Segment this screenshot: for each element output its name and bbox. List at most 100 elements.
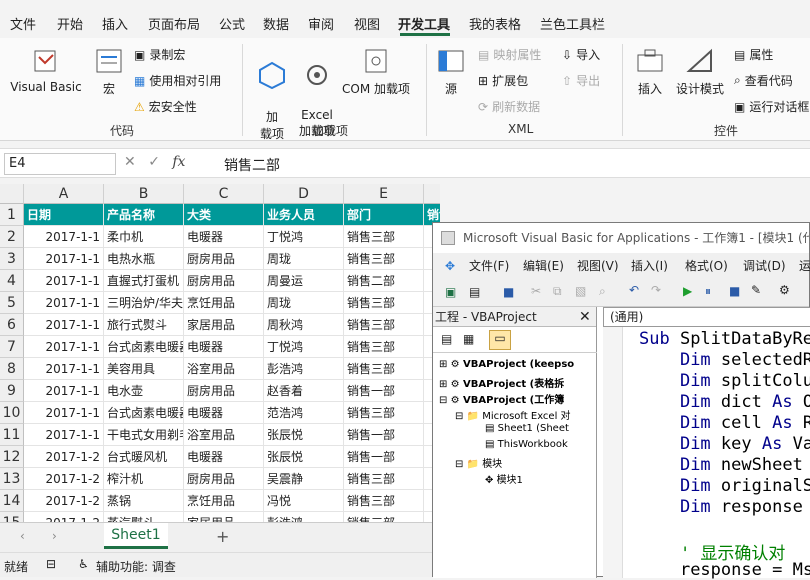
cell-date[interactable]: 2017-1-1 xyxy=(24,336,104,358)
name-box[interactable]: E4 xyxy=(4,153,116,175)
cell-salesperson[interactable]: 张辰悦 xyxy=(264,424,344,446)
cell-date[interactable]: 2017-1-1 xyxy=(24,270,104,292)
cell-category[interactable]: 电暖器 xyxy=(184,446,264,468)
record-macro-button[interactable]: ▣ 录制宏 xyxy=(134,46,185,63)
cell-category[interactable]: 烹饪用品 xyxy=(184,490,264,512)
cell-department[interactable]: 销售三部 xyxy=(344,248,424,270)
cell-department[interactable]: 销售三部 xyxy=(344,336,424,358)
cell-department[interactable]: 销售二部 xyxy=(344,270,424,292)
column-header-c[interactable]: C xyxy=(184,184,264,204)
tree-project-table[interactable]: ⊞ ⚙ VBAProject (表格拆 xyxy=(439,375,564,390)
tree-thisworkbook[interactable]: ▤ ThisWorkbook xyxy=(485,439,568,450)
header-cell-product[interactable]: 产品名称 xyxy=(104,204,184,226)
cancel-icon[interactable]: ✕ xyxy=(124,154,136,170)
cell-date[interactable]: 2017-1-1 xyxy=(24,248,104,270)
select-all-corner[interactable] xyxy=(0,184,24,204)
cell-date[interactable]: 2017-1-2 xyxy=(24,490,104,512)
code-line[interactable]: Dim selectedR xyxy=(639,350,810,370)
row-header[interactable]: 10 xyxy=(0,402,24,424)
cell-department[interactable]: 销售三部 xyxy=(344,402,424,424)
cell-department[interactable]: 销售三部 xyxy=(344,490,424,512)
add-sheet-icon[interactable]: + xyxy=(216,527,229,546)
vba-menu-file[interactable]: 文件(F) xyxy=(469,253,509,279)
row-header[interactable]: 14 xyxy=(0,490,24,512)
cell-product[interactable]: 干电式女用剃毛 xyxy=(104,424,184,446)
row-header[interactable]: 8 xyxy=(0,358,24,380)
tab-file[interactable]: 文件 xyxy=(10,14,36,33)
header-cell-salesperson[interactable]: 业务人员 xyxy=(264,204,344,226)
cell-salesperson[interactable]: 冯悦 xyxy=(264,490,344,512)
import-button[interactable]: ⇩ 导入 xyxy=(562,46,600,63)
cell-salesperson[interactable]: 赵香着 xyxy=(264,380,344,402)
cell-category[interactable]: 电暖器 xyxy=(184,336,264,358)
cell-product[interactable]: 电热水瓶 xyxy=(104,248,184,270)
code-line[interactable]: Dim cell As R xyxy=(639,413,810,433)
tree-excel-objects[interactable]: ⊟ 📁 Microsoft Excel 对 xyxy=(455,407,571,422)
cell-date[interactable]: 2017-1-1 xyxy=(24,424,104,446)
macro-security-button[interactable]: ⚠ 宏安全性 xyxy=(134,98,197,115)
tab-lanse-tools[interactable]: 兰色工具栏 xyxy=(540,14,605,33)
cell-product[interactable]: 直握式打蛋机 xyxy=(104,270,184,292)
cell-salesperson[interactable]: 周曼运 xyxy=(264,270,344,292)
code-line[interactable]: Dim response xyxy=(639,497,803,517)
view-code-icon[interactable]: ▤ xyxy=(441,332,452,346)
column-header-b[interactable]: B xyxy=(104,184,184,204)
cell-department[interactable]: 销售三部 xyxy=(344,512,424,522)
accessibility-icon[interactable]: ♿ xyxy=(78,557,89,571)
tree-modules[interactable]: ⊟ 📁 模块 xyxy=(455,455,502,470)
cell-product[interactable]: 美容用具 xyxy=(104,358,184,380)
sheet-tab-sheet1[interactable]: Sheet1 xyxy=(104,523,168,549)
cell-department[interactable]: 销售一部 xyxy=(344,446,424,468)
tree-sheet1[interactable]: ▤ Sheet1 (Sheet xyxy=(485,423,569,434)
cell-department[interactable]: 销售三部 xyxy=(344,314,424,336)
visual-basic-button[interactable]: Visual Basic xyxy=(10,46,82,94)
cell-salesperson[interactable]: 吴震静 xyxy=(264,468,344,490)
column-header-e[interactable]: E xyxy=(344,184,424,204)
toggle-folders-icon[interactable]: ▭ xyxy=(489,330,511,350)
cell-category[interactable]: 厨房用品 xyxy=(184,468,264,490)
column-header-d[interactable]: D xyxy=(264,184,344,204)
cell-category[interactable]: 家居用品 xyxy=(184,314,264,336)
cell-category[interactable]: 浴室用品 xyxy=(184,358,264,380)
cell-category[interactable]: 浴室用品 xyxy=(184,424,264,446)
addins-button[interactable]: 加 载项 xyxy=(254,46,290,142)
macros-button[interactable]: 宏 xyxy=(92,46,126,97)
cell-product[interactable]: 旅行式熨斗 xyxy=(104,314,184,336)
row-header[interactable]: 5 xyxy=(0,292,24,314)
properties-button[interactable]: ▤ 属性 xyxy=(734,46,773,63)
cell-category[interactable]: 厨房用品 xyxy=(184,270,264,292)
header-cell-department[interactable]: 部门 xyxy=(344,204,424,226)
cell-department[interactable]: 销售三部 xyxy=(344,292,424,314)
tab-review[interactable]: 审阅 xyxy=(308,14,334,33)
cell-date[interactable]: 2017-1-2 xyxy=(24,512,104,522)
export-button[interactable]: ⇧ 导出 xyxy=(562,72,600,89)
fx-icon[interactable]: fx xyxy=(172,154,185,170)
cell-salesperson[interactable]: 丁悦鸿 xyxy=(264,226,344,248)
row-header[interactable]: 2 xyxy=(0,226,24,248)
object-dropdown[interactable]: (通用) xyxy=(603,307,810,327)
expansion-packs-button[interactable]: ⊞ 扩展包 xyxy=(478,72,528,89)
column-header-a[interactable]: A xyxy=(24,184,104,204)
cell-product[interactable]: 榨汁机 xyxy=(104,468,184,490)
cell-date[interactable]: 2017-1-2 xyxy=(24,468,104,490)
tab-insert[interactable]: 插入 xyxy=(102,14,128,33)
cell-category[interactable]: 厨房用品 xyxy=(184,248,264,270)
check-icon[interactable]: ✓ xyxy=(148,154,160,170)
tab-formulas[interactable]: 公式 xyxy=(219,14,245,33)
cut-icon[interactable]: ✂ xyxy=(531,284,541,298)
close-icon[interactable]: ✕ xyxy=(579,307,591,327)
map-properties-button[interactable]: ▤ 映射属性 xyxy=(478,46,541,63)
code-line[interactable]: Dim dict As O xyxy=(639,392,810,412)
row-header[interactable]: 4 xyxy=(0,270,24,292)
code-line[interactable]: Dim key As Va xyxy=(639,434,810,454)
cell-product[interactable]: 台式暖风机 xyxy=(104,446,184,468)
com-addins-button[interactable]: COM 加载项 xyxy=(340,46,412,97)
cell-salesperson[interactable]: 丁悦鸿 xyxy=(264,336,344,358)
cell-date[interactable]: 2017-1-1 xyxy=(24,292,104,314)
code-window[interactable]: (通用) Sub SplitDataByRe Dim selectedR Dim… xyxy=(603,307,810,580)
insert-module-icon[interactable]: ▤ xyxy=(469,285,480,299)
code-line[interactable]: response = Ms xyxy=(639,560,810,580)
cell-date[interactable]: 2017-1-2 xyxy=(24,446,104,468)
undo-icon[interactable]: ↶ xyxy=(629,283,639,297)
column-header-f[interactable]: F xyxy=(424,184,440,204)
